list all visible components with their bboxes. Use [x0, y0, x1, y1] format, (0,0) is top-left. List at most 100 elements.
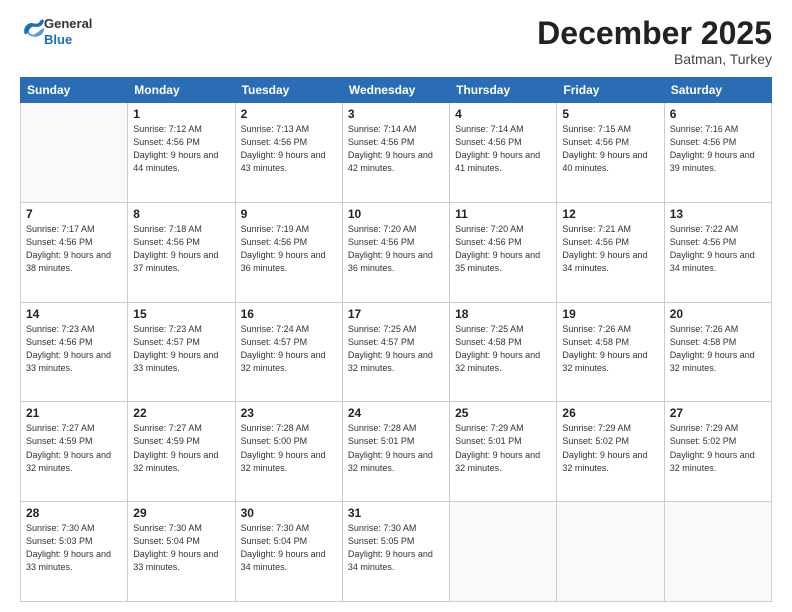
day-number: 11 [455, 207, 551, 221]
day-number: 17 [348, 307, 444, 321]
calendar-cell: 20 Sunrise: 7:26 AMSunset: 4:58 PMDayligh… [664, 302, 771, 402]
day-number: 7 [26, 207, 122, 221]
day-number: 5 [562, 107, 658, 121]
day-info: Sunrise: 7:30 AMSunset: 5:05 PMDaylight:… [348, 522, 444, 574]
calendar-cell: 15 Sunrise: 7:23 AMSunset: 4:57 PMDayligh… [128, 302, 235, 402]
day-info: Sunrise: 7:21 AMSunset: 4:56 PMDaylight:… [562, 223, 658, 275]
logo-general: General [44, 16, 92, 32]
day-number: 23 [241, 406, 337, 420]
day-number: 31 [348, 506, 444, 520]
day-number: 26 [562, 406, 658, 420]
day-info: Sunrise: 7:25 AMSunset: 4:57 PMDaylight:… [348, 323, 444, 375]
day-info: Sunrise: 7:29 AMSunset: 5:02 PMDaylight:… [670, 422, 766, 474]
day-number: 8 [133, 207, 229, 221]
calendar-cell: 22 Sunrise: 7:27 AMSunset: 4:59 PMDayligh… [128, 402, 235, 502]
day-number: 16 [241, 307, 337, 321]
calendar-cell: 4 Sunrise: 7:14 AMSunset: 4:56 PMDaylight… [450, 103, 557, 203]
day-number: 21 [26, 406, 122, 420]
calendar-cell: 14 Sunrise: 7:23 AMSunset: 4:56 PMDayligh… [21, 302, 128, 402]
calendar-cell: 5Sunrise: 7:15 AMSunset: 4:56 PMDaylight… [557, 103, 664, 203]
calendar-cell: 7 Sunrise: 7:17 AMSunset: 4:56 PMDaylight… [21, 202, 128, 302]
day-number: 3 [348, 107, 444, 121]
calendar-cell: 31 Sunrise: 7:30 AMSunset: 5:05 PMDayligh… [342, 502, 449, 602]
day-info: Sunrise: 7:30 AMSunset: 5:04 PMDaylight:… [133, 522, 229, 574]
logo-text: General Blue [44, 16, 92, 47]
day-info: Sunrise: 7:23 AMSunset: 4:57 PMDaylight:… [133, 323, 229, 375]
week-row-2: 7 Sunrise: 7:17 AMSunset: 4:56 PMDaylight… [21, 202, 772, 302]
day-info: Sunrise: 7:16 AMSunset: 4:56 PMDaylight:… [670, 123, 766, 175]
calendar-cell: 3 Sunrise: 7:14 AMSunset: 4:56 PMDaylight… [342, 103, 449, 203]
day-number: 25 [455, 406, 551, 420]
day-number: 14 [26, 307, 122, 321]
weekday-header-tuesday: Tuesday [235, 78, 342, 103]
day-number: 22 [133, 406, 229, 420]
calendar-cell: 9 Sunrise: 7:19 AMSunset: 4:56 PMDaylight… [235, 202, 342, 302]
day-info: Sunrise: 7:28 AMSunset: 5:01 PMDaylight:… [348, 422, 444, 474]
calendar-cell: 18 Sunrise: 7:25 AMSunset: 4:58 PMDayligh… [450, 302, 557, 402]
day-number: 18 [455, 307, 551, 321]
calendar-cell: 12 Sunrise: 7:21 AMSunset: 4:56 PMDayligh… [557, 202, 664, 302]
calendar-cell: 2 Sunrise: 7:13 AMSunset: 4:56 PMDaylight… [235, 103, 342, 203]
day-number: 20 [670, 307, 766, 321]
weekday-header-row: SundayMondayTuesdayWednesdayThursdayFrid… [21, 78, 772, 103]
weekday-header-saturday: Saturday [664, 78, 771, 103]
day-number: 1 [133, 107, 229, 121]
day-number: 28 [26, 506, 122, 520]
calendar-cell: 29 Sunrise: 7:30 AMSunset: 5:04 PMDayligh… [128, 502, 235, 602]
calendar-cell [450, 502, 557, 602]
day-info: Sunrise: 7:28 AMSunset: 5:00 PMDaylight:… [241, 422, 337, 474]
day-info: Sunrise: 7:27 AMSunset: 4:59 PMDaylight:… [133, 422, 229, 474]
calendar-cell: 25Sunrise: 7:29 AMSunset: 5:01 PMDayligh… [450, 402, 557, 502]
header: General Blue December 2025 Batman, Turke… [20, 16, 772, 67]
calendar-cell: 8Sunrise: 7:18 AMSunset: 4:56 PMDaylight… [128, 202, 235, 302]
calendar-cell: 26 Sunrise: 7:29 AMSunset: 5:02 PMDayligh… [557, 402, 664, 502]
day-number: 6 [670, 107, 766, 121]
day-info: Sunrise: 7:23 AMSunset: 4:56 PMDaylight:… [26, 323, 122, 375]
calendar-cell: 23 Sunrise: 7:28 AMSunset: 5:00 PMDayligh… [235, 402, 342, 502]
calendar-cell: 28Sunrise: 7:30 AMSunset: 5:03 PMDayligh… [21, 502, 128, 602]
day-number: 4 [455, 107, 551, 121]
day-number: 10 [348, 207, 444, 221]
day-info: Sunrise: 7:26 AMSunset: 4:58 PMDaylight:… [670, 323, 766, 375]
day-info: Sunrise: 7:25 AMSunset: 4:58 PMDaylight:… [455, 323, 551, 375]
day-info: Sunrise: 7:19 AMSunset: 4:56 PMDaylight:… [241, 223, 337, 275]
day-info: Sunrise: 7:24 AMSunset: 4:57 PMDaylight:… [241, 323, 337, 375]
calendar-cell: 1 Sunrise: 7:12 AMSunset: 4:56 PMDaylight… [128, 103, 235, 203]
day-number: 12 [562, 207, 658, 221]
calendar-cell: 30Sunrise: 7:30 AMSunset: 5:04 PMDayligh… [235, 502, 342, 602]
day-info: Sunrise: 7:17 AMSunset: 4:56 PMDaylight:… [26, 223, 122, 275]
calendar-cell: 16 Sunrise: 7:24 AMSunset: 4:57 PMDayligh… [235, 302, 342, 402]
calendar-cell [557, 502, 664, 602]
day-info: Sunrise: 7:27 AMSunset: 4:59 PMDaylight:… [26, 422, 122, 474]
day-info: Sunrise: 7:20 AMSunset: 4:56 PMDaylight:… [348, 223, 444, 275]
week-row-4: 21 Sunrise: 7:27 AMSunset: 4:59 PMDayligh… [21, 402, 772, 502]
day-number: 2 [241, 107, 337, 121]
logo: General Blue [20, 16, 92, 47]
calendar-cell: 6 Sunrise: 7:16 AMSunset: 4:56 PMDaylight… [664, 103, 771, 203]
day-info: Sunrise: 7:20 AMSunset: 4:56 PMDaylight:… [455, 223, 551, 275]
weekday-header-friday: Friday [557, 78, 664, 103]
calendar-cell: 17 Sunrise: 7:25 AMSunset: 4:57 PMDayligh… [342, 302, 449, 402]
calendar-cell: 13Sunrise: 7:22 AMSunset: 4:56 PMDayligh… [664, 202, 771, 302]
day-number: 19 [562, 307, 658, 321]
weekday-header-monday: Monday [128, 78, 235, 103]
day-info: Sunrise: 7:30 AMSunset: 5:04 PMDaylight:… [241, 522, 337, 574]
logo-icon [22, 18, 44, 40]
calendar-table: SundayMondayTuesdayWednesdayThursdayFrid… [20, 77, 772, 602]
day-info: Sunrise: 7:29 AMSunset: 5:02 PMDaylight:… [562, 422, 658, 474]
location: Batman, Turkey [537, 51, 772, 67]
day-info: Sunrise: 7:12 AMSunset: 4:56 PMDaylight:… [133, 123, 229, 175]
day-info: Sunrise: 7:13 AMSunset: 4:56 PMDaylight:… [241, 123, 337, 175]
calendar-cell: 27 Sunrise: 7:29 AMSunset: 5:02 PMDayligh… [664, 402, 771, 502]
weekday-header-sunday: Sunday [21, 78, 128, 103]
day-info: Sunrise: 7:14 AMSunset: 4:56 PMDaylight:… [455, 123, 551, 175]
calendar-cell: 11 Sunrise: 7:20 AMSunset: 4:56 PMDayligh… [450, 202, 557, 302]
day-number: 9 [241, 207, 337, 221]
day-info: Sunrise: 7:14 AMSunset: 4:56 PMDaylight:… [348, 123, 444, 175]
day-number: 27 [670, 406, 766, 420]
day-info: Sunrise: 7:26 AMSunset: 4:58 PMDaylight:… [562, 323, 658, 375]
day-number: 15 [133, 307, 229, 321]
logo-blue: Blue [44, 32, 92, 48]
day-number: 29 [133, 506, 229, 520]
day-number: 24 [348, 406, 444, 420]
